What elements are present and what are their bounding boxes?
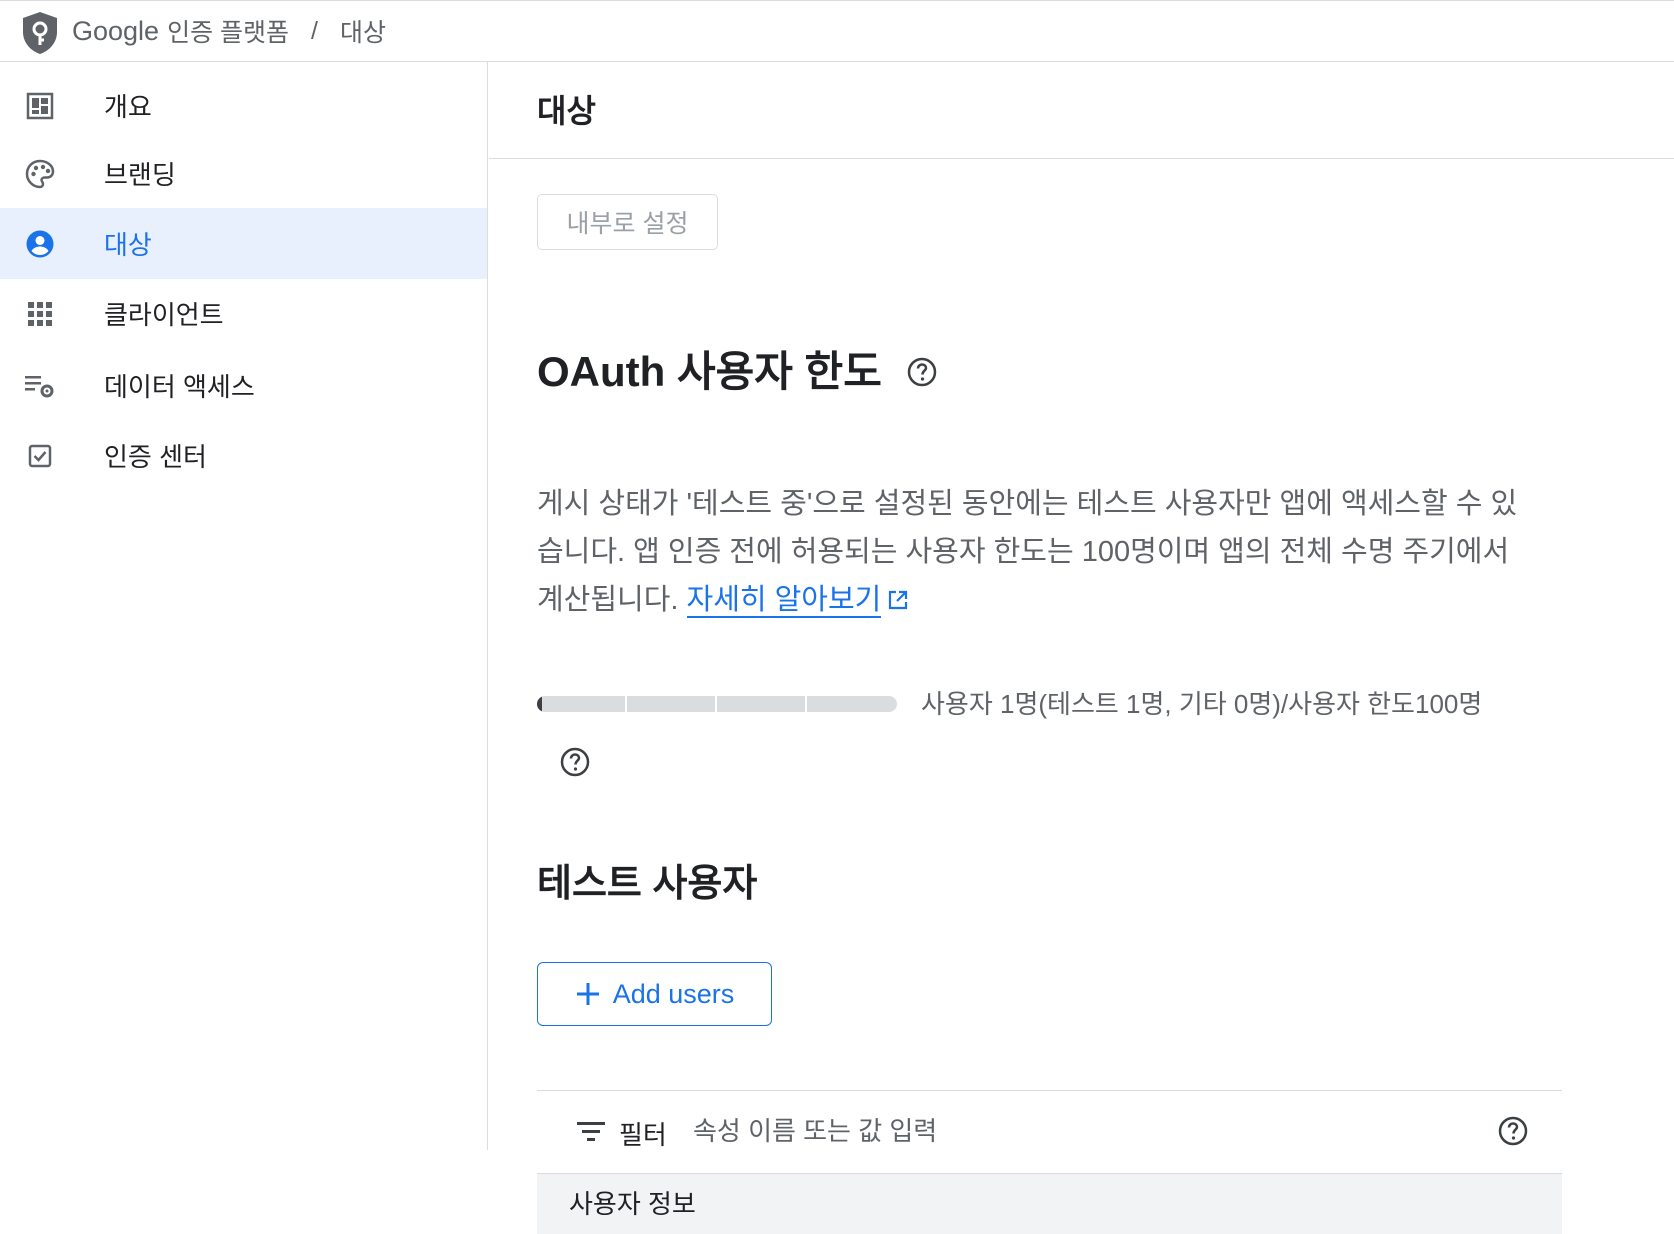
sidebar-item-label: 데이터 액세스 [104,372,255,402]
sidebar-item-verification-center[interactable]: 인증 센터 [0,420,487,491]
make-internal-button[interactable]: 내부로 설정 [537,194,718,250]
dashboard-icon [24,90,56,122]
breadcrumb-separator: / [311,16,318,45]
sidebar-item-label: 인증 센터 [104,442,207,472]
progress-segment-divider [805,696,807,712]
help-icon[interactable] [1497,1115,1529,1147]
palette-icon [24,158,56,190]
user-limit-progress-fill [537,696,542,712]
progress-segment-divider [715,696,717,712]
oauth-limit-title: OAuth 사용자 한도 [537,338,938,399]
add-users-button[interactable]: Add users [537,962,772,1026]
table-header: 사용자 정보 [537,1174,1562,1234]
filter-label: 필터 [619,1120,667,1150]
sidebar-item-label: 클라이언트 [104,300,224,330]
filter-bar: 필터 [537,1090,1562,1174]
help-icon[interactable] [559,746,591,778]
sidebar-item-branding[interactable]: 브랜딩 [0,138,487,209]
shield-key-logo-icon[interactable] [20,10,60,56]
top-bar: Google 인증 플랫폼 / 대상 [0,0,1674,62]
page-title: 대상 [537,93,596,129]
oauth-limit-description: 게시 상태가 '테스트 중'으로 설정된 동안에는 테스트 사용자만 앱에 액세… [537,480,1597,624]
open-in-new-icon[interactable] [887,578,909,610]
checkbox-icon [24,440,56,472]
sidebar-item-clients[interactable]: 클라이언트 [0,278,487,349]
sidebar-nav: 개요 브랜딩 대상 클라이언트 데이터 액세스 인증 센터 [0,62,488,1150]
breadcrumb-current: 대상 [339,19,386,47]
brand-product[interactable]: 인증 플랫폼 [167,13,289,49]
filter-list-icon[interactable] [577,1121,605,1143]
apps-grid-icon [24,298,56,330]
description-line-3: 계산됩니다. 자세히 알아보기 [537,576,1597,624]
plus-icon [575,981,601,1007]
page-header: 대상 [489,62,1674,159]
sidebar-item-label: 브랜딩 [104,160,176,190]
sidebar-item-overview[interactable]: 개요 [0,70,487,141]
description-line-2: 습니다. 앱 인증 전에 허용되는 사용자 한도는 100명이며 앱의 전체 수… [537,536,1510,568]
description-line-1: 게시 상태가 '테스트 중'으로 설정된 동안에는 테스트 사용자만 앱에 액세… [537,488,1518,520]
brand-google[interactable]: Google [72,16,159,47]
test-users-title: 테스트 사용자 [537,863,758,905]
oauth-limit-title-text: OAuth 사용자 한도 [537,348,882,395]
sidebar-item-label: 대상 [104,230,152,260]
filter-input[interactable] [693,1109,1393,1153]
column-header-user-info[interactable]: 사용자 정보 [569,1184,696,1221]
list-settings-icon [24,370,56,402]
user-limit-usage-text: 사용자 1명(테스트 1명, 기타 0명)/사용자 한도100명 [921,689,1483,719]
sidebar-item-audience[interactable]: 대상 [0,208,487,279]
add-users-label: Add users [612,978,735,1009]
main-content: 대상 내부로 설정 OAuth 사용자 한도 게시 상태가 '테스트 중'으로 … [489,62,1674,1234]
sidebar-item-label: 개요 [104,92,152,122]
progress-segment-divider [625,696,627,712]
sidebar-item-data-access[interactable]: 데이터 액세스 [0,350,487,421]
account-circle-icon [24,228,56,260]
user-limit-progress-bar [537,696,897,712]
help-icon[interactable] [906,356,938,388]
learn-more-link[interactable]: 자세히 알아보기 [686,584,882,618]
description-line-3-text: 계산됩니다. [537,584,679,616]
